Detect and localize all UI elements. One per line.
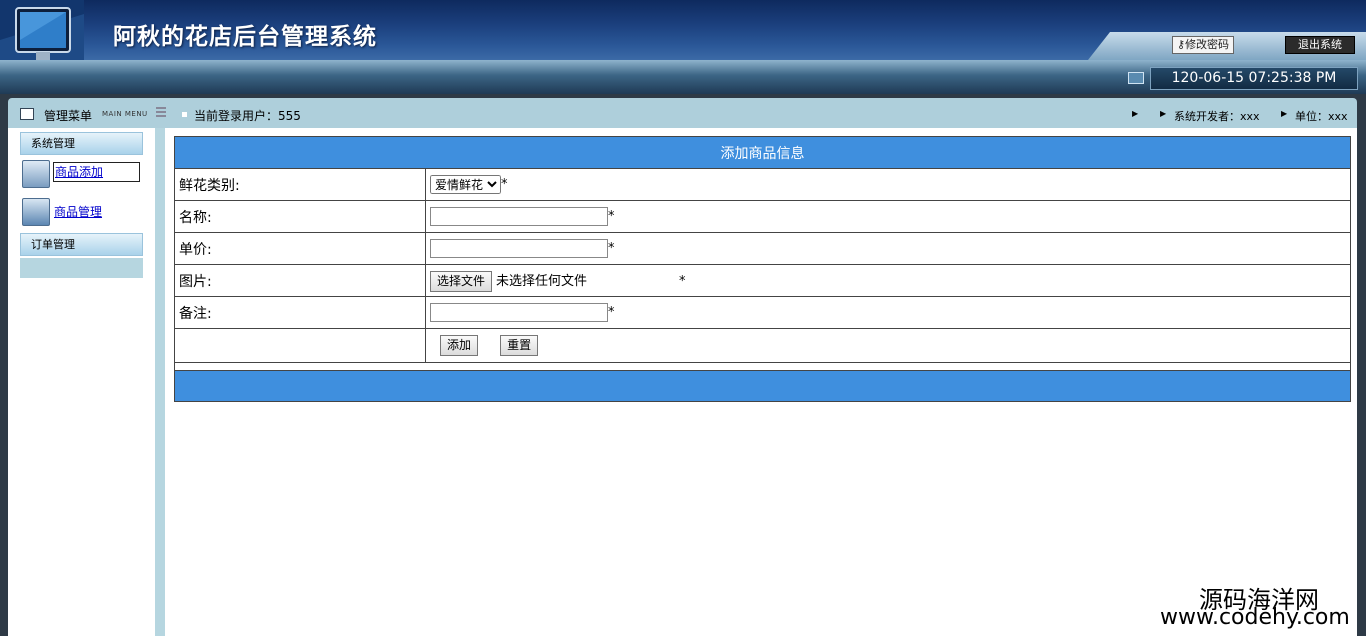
app-header: 阿秋的花店后台管理系统 ⚷修改密码 退出系统: [0, 0, 1366, 80]
required-mark: *: [501, 177, 508, 192]
logout-button[interactable]: 退出系统: [1285, 36, 1355, 54]
empty-cell: [174, 328, 426, 363]
menu-subtitle: MAIN MENU: [102, 110, 148, 118]
menu-icon: [20, 108, 34, 120]
category-select[interactable]: 爱情鲜花: [430, 175, 501, 194]
main-content: 添加商品信息 鲜花类别: 爱情鲜花 * 名称: * 单价: * 图片: 选择文件…: [165, 128, 1357, 636]
unit-label: 单位：xxx: [1295, 110, 1348, 123]
menu-title: 管理菜单: [44, 109, 93, 123]
price-input[interactable]: [430, 239, 608, 258]
bullet-icon: [182, 112, 187, 117]
sidebar-footer: [20, 258, 143, 278]
header-actions: ⚷修改密码 退出系统: [1088, 32, 1366, 60]
sidebar-item-label[interactable]: 商品管理: [54, 203, 102, 220]
arrow-right-icon: ▶: [1160, 109, 1167, 118]
date-bar: 120-06-15 07:25:38 PM: [0, 60, 1366, 94]
form-footer-bar: [174, 370, 1351, 402]
add-product-form: 添加商品信息 鲜花类别: 爱情鲜花 * 名称: * 单价: * 图片: 选择文件…: [174, 136, 1351, 402]
required-mark: *: [608, 209, 615, 224]
list-lines-icon: [156, 107, 166, 117]
category-label: 鲜花类别:: [174, 168, 426, 201]
reset-button[interactable]: 重置: [500, 335, 539, 356]
user-settings-icon: [22, 160, 50, 188]
price-label: 单价:: [174, 232, 426, 265]
sidebar-section-system[interactable]: 系统管理: [20, 132, 143, 155]
sidebar-item-product-manage[interactable]: 商品管理: [22, 198, 144, 226]
sidebar-section-order[interactable]: 订单管理: [20, 233, 143, 256]
image-label: 图片:: [174, 264, 426, 297]
monitor-icon: [1128, 72, 1144, 84]
gear-icon: [22, 198, 50, 226]
file-status: 未选择任何文件: [496, 273, 588, 289]
app-title: 阿秋的花店后台管理系统: [113, 23, 377, 50]
key-icon: ⚷: [1177, 38, 1186, 51]
spacer-row: [174, 362, 1351, 371]
required-mark: *: [608, 241, 615, 256]
sidebar-divider: [155, 128, 165, 636]
sidebar-item-label[interactable]: 商品添加: [53, 162, 140, 182]
current-user-label: 当前登录用户：555: [194, 109, 301, 123]
form-title: 添加商品信息: [174, 136, 1351, 169]
datetime-display: 120-06-15 07:25:38 PM: [1150, 67, 1358, 90]
choose-file-button[interactable]: 选择文件: [430, 270, 493, 292]
remark-input[interactable]: [430, 303, 608, 322]
arrow-right-icon: ▶: [1281, 109, 1288, 118]
developer-label: 系统开发者：xxx: [1174, 110, 1260, 123]
info-bar: 管理菜单 MAIN MENU 当前登录用户：555 ▶ ▶ 系统开发者：xxx …: [8, 98, 1357, 128]
required-mark: *: [679, 273, 686, 289]
name-input[interactable]: [430, 207, 608, 226]
watermark-url: www.codehy.com: [1160, 605, 1350, 630]
arrow-right-icon: ▶: [1132, 109, 1139, 118]
change-password-button[interactable]: ⚷修改密码: [1172, 36, 1235, 54]
sidebar: 系统管理 商品添加 商品管理 订单管理: [8, 128, 155, 636]
sidebar-item-product-add[interactable]: 商品添加: [22, 160, 144, 188]
submit-button[interactable]: 添加: [440, 335, 479, 356]
remark-label: 备注:: [174, 296, 426, 329]
required-mark: *: [608, 305, 615, 320]
name-label: 名称:: [174, 200, 426, 233]
